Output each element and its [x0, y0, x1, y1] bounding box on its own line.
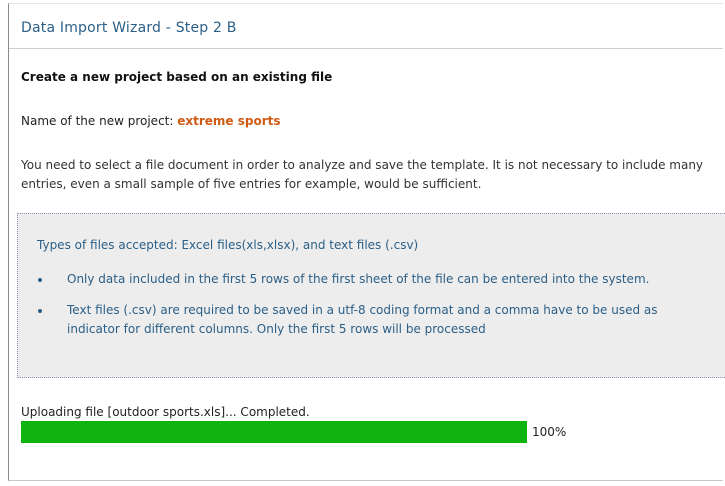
project-name-label: Name of the new project:	[21, 114, 178, 128]
accepted-file-types: Types of files accepted: Excel files(xls…	[37, 238, 419, 252]
info-bullet-item: Only data included in the first 5 rows o…	[18, 270, 724, 289]
info-bullet-text: Only data included in the first 5 rows o…	[67, 272, 650, 286]
bullet-icon	[38, 309, 42, 313]
title-divider	[9, 48, 723, 49]
upload-status: Uploading file [outdoor sports.xls]... C…	[21, 405, 310, 419]
upload-progress-percent: 100%	[532, 425, 567, 439]
info-bullet-list: Only data included in the first 5 rows o…	[18, 270, 724, 351]
project-name-value: extreme sports	[177, 114, 281, 128]
wizard-panel: Data Import Wizard - Step 2 B Create a n…	[8, 3, 725, 481]
project-name-line: Name of the new project: extreme sports	[21, 114, 281, 128]
upload-progress-fill	[21, 421, 527, 443]
wizard-title: Data Import Wizard - Step 2 B	[21, 20, 237, 36]
file-types-info-box: Types of files accepted: Excel files(xls…	[17, 213, 725, 378]
instructions-text: You need to select a file document in or…	[21, 158, 704, 191]
info-bullet-text: Text files (.csv) are required to be sav…	[67, 303, 658, 336]
bullet-icon	[38, 278, 42, 282]
upload-progress-bar	[21, 421, 527, 443]
info-bullet-item: Text files (.csv) are required to be sav…	[18, 301, 724, 339]
section-heading: Create a new project based on an existin…	[21, 70, 333, 84]
